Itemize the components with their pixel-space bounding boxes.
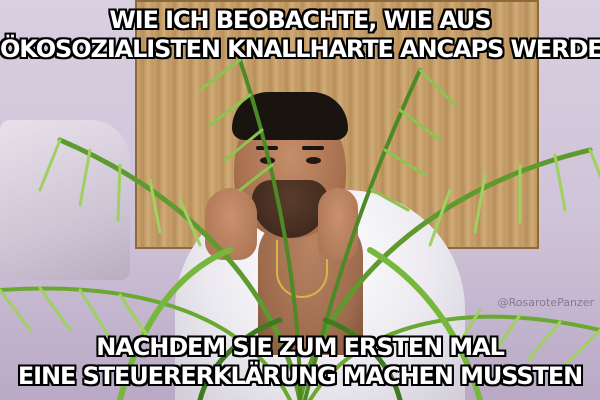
top-caption-line-1: WIE ICH BEOBACHTE, WIE AUS [109, 6, 491, 34]
top-caption: WIE ICH BEOBACHTE, WIE AUS ÖKOSOZIALISTE… [0, 6, 600, 64]
bottom-caption-line-1: NACHDEM SIE ZUM ERSTEN MAL [96, 333, 505, 361]
bottom-caption-line-2: EINE STEUERERKLÄRUNG MACHEN MUSSTEN [17, 362, 583, 390]
top-caption-line-2: ÖKOSOZIALISTEN KNALLHARTE ANCAPS WERDEN [0, 35, 600, 63]
bottom-caption: NACHDEM SIE ZUM ERSTEN MAL EINE STEUERER… [0, 333, 600, 391]
meme-image: WIE ICH BEOBACHTE, WIE AUS ÖKOSOZIALISTE… [0, 0, 600, 400]
watermark: @RosarotePanzer [497, 296, 594, 309]
